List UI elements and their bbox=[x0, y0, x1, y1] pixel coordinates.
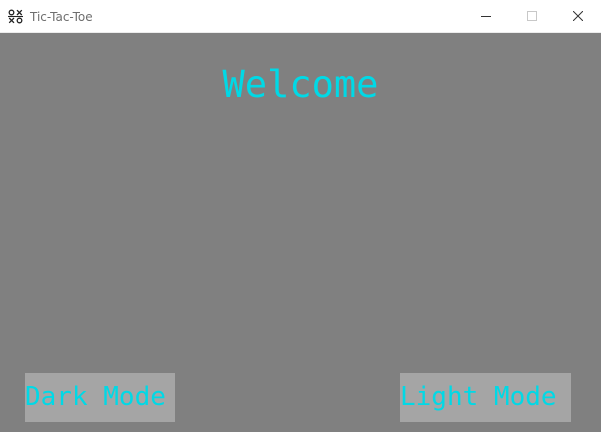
tic-tac-toe-icon bbox=[8, 9, 23, 24]
close-button[interactable] bbox=[555, 0, 601, 32]
maximize-button[interactable] bbox=[509, 0, 555, 32]
close-icon bbox=[573, 11, 583, 21]
maximize-icon bbox=[527, 11, 537, 21]
title-bar[interactable]: Tic-Tac-Toe bbox=[0, 0, 601, 33]
dark-mode-button[interactable]: Dark Mode bbox=[25, 373, 175, 422]
light-mode-button[interactable]: Light Mode bbox=[400, 373, 571, 422]
window-title: Tic-Tac-Toe bbox=[30, 10, 93, 24]
welcome-heading: Welcome bbox=[222, 63, 379, 106]
minimize-icon bbox=[481, 16, 491, 17]
main-content: Welcome Dark Mode Light Mode bbox=[0, 33, 601, 432]
minimize-button[interactable] bbox=[463, 0, 509, 32]
app-window: Tic-Tac-Toe Welcome Dark Mode Light Mode bbox=[0, 0, 601, 432]
